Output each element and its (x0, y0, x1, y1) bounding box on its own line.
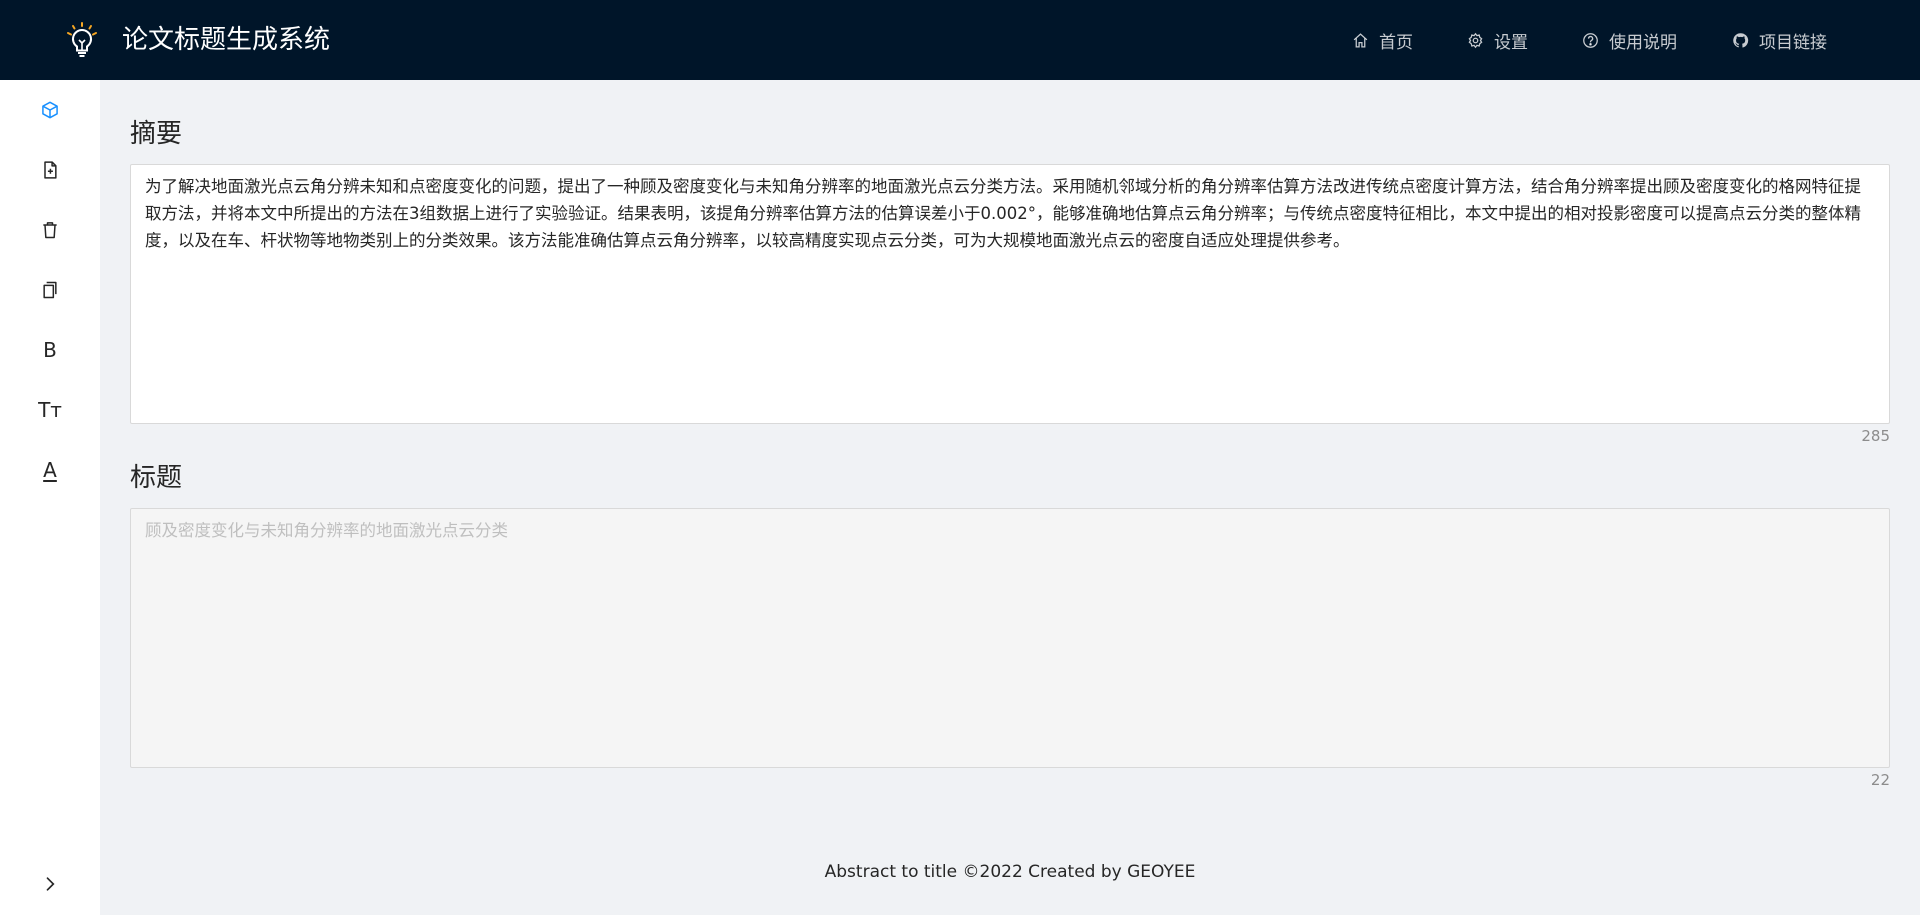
footer: Abstract to title ©2022 Created by GEOYE… (824, 862, 1196, 882)
home-icon (1353, 32, 1368, 48)
sidebar-item-model[interactable] (30, 90, 70, 130)
nav-help[interactable]: 使用说明 (1582, 0, 1677, 80)
chevron-right-icon (46, 877, 55, 891)
title-heading: 标题 (130, 463, 183, 493)
question-circle-icon (1583, 32, 1598, 48)
nav-repo-label: 项目链接 (1759, 32, 1827, 53)
cube-icon (42, 101, 58, 119)
nav-home[interactable]: 首页 (1352, 0, 1413, 80)
title-char-count: 22 (1870, 771, 1890, 789)
delete-icon (43, 222, 57, 239)
abstract-heading: 摘要 (130, 119, 183, 149)
github-icon (1733, 32, 1749, 47)
app-header: 论文标题生成系统 首页 设置 使用说明 项目链接 (0, 0, 1920, 80)
nav-settings[interactable]: 设置 (1467, 0, 1528, 80)
gear-icon (1468, 32, 1483, 48)
nav-repo[interactable]: 项目链接 (1732, 0, 1827, 80)
font-color-icon: A (43, 458, 57, 482)
sidebar: B Tт A (0, 80, 100, 915)
main-content: 摘要 为了解决地面激光点云角分辨未知和点密度变化的问题，提出了一种顾及密度变化与… (100, 80, 1920, 915)
sidebar-item-font-color[interactable]: A (30, 450, 70, 490)
sidebar-item-clear[interactable] (30, 210, 70, 250)
file-add-icon (44, 161, 57, 179)
nav-help-label: 使用说明 (1609, 32, 1677, 53)
font-size-icon: Tт (38, 398, 62, 422)
sidebar-item-copy[interactable] (30, 270, 70, 310)
sidebar-item-bold[interactable]: B (30, 330, 70, 370)
app-title: 论文标题生成系统 (122, 25, 331, 55)
sidebar-item-font-size[interactable]: Tт (30, 390, 70, 430)
nav-settings-label: 设置 (1494, 32, 1528, 53)
copy-icon (43, 281, 57, 299)
sidebar-expand-button[interactable] (30, 864, 70, 904)
sidebar-item-new[interactable] (30, 150, 70, 190)
abstract-input[interactable]: 为了解决地面激光点云角分辨未知和点密度变化的问题，提出了一种顾及密度变化与未知角… (130, 164, 1890, 424)
nav-home-label: 首页 (1379, 32, 1413, 53)
abstract-char-count: 285 (1861, 427, 1890, 445)
bold-icon: B (43, 338, 57, 362)
title-output[interactable] (130, 508, 1890, 768)
lightbulb-logo-icon (62, 20, 102, 60)
